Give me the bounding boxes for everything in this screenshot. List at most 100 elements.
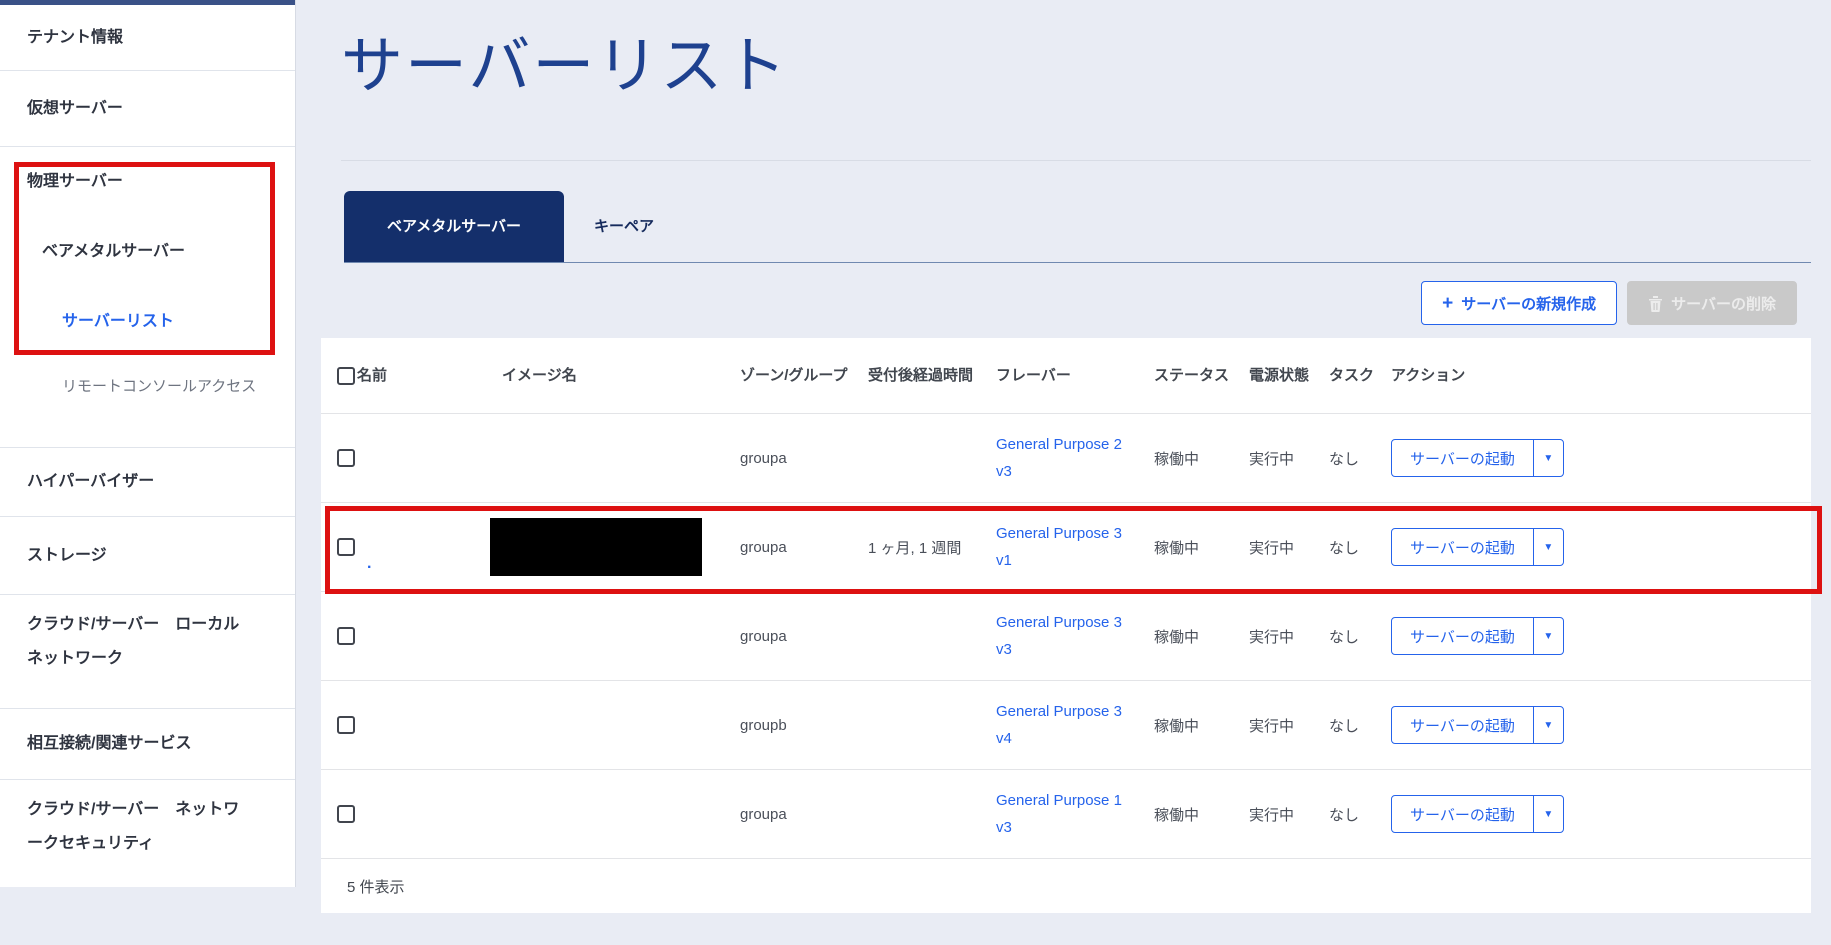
chevron-down-icon[interactable]: ▼ bbox=[1533, 707, 1563, 743]
create-server-button[interactable]: + サーバーの新規作成 bbox=[1421, 281, 1617, 325]
name-cell bbox=[357, 414, 502, 502]
sidebar-item-baremetal-server[interactable]: ベアメタルサーバー bbox=[0, 217, 295, 287]
status-cell: 稼働中 bbox=[1154, 715, 1249, 736]
sidebar-item-interconnect[interactable]: 相互接続/関連サービス bbox=[0, 709, 295, 779]
column-header-elapsed: 受付後経過時間 bbox=[868, 362, 996, 389]
flavor-link[interactable]: General Purpose 2 v3 bbox=[996, 431, 1128, 485]
table-row-highlighted: . groupa 1 ヶ月, 1 週間 General Purpose 3 v1… bbox=[321, 502, 1811, 591]
tab-bar: ベアメタルサーバー キーペア bbox=[344, 192, 1811, 263]
start-server-split-button: サーバーの起動 ▼ bbox=[1391, 617, 1564, 655]
chevron-down-icon[interactable]: ▼ bbox=[1533, 618, 1563, 654]
zone-cell: groupb bbox=[740, 717, 868, 734]
zone-cell: groupa bbox=[740, 539, 868, 556]
chevron-down-icon[interactable]: ▼ bbox=[1533, 440, 1563, 476]
sidebar-item-remote-console-access[interactable]: リモートコンソールアクセス bbox=[0, 357, 295, 447]
trash-icon bbox=[1648, 295, 1663, 312]
start-server-split-button: サーバーの起動 ▼ bbox=[1391, 528, 1564, 566]
sidebar-item-physical-server[interactable]: 物理サーバー bbox=[0, 147, 295, 217]
flavor-link[interactable]: General Purpose 3 v1 bbox=[996, 520, 1128, 574]
power-cell: 実行中 bbox=[1249, 804, 1329, 825]
table-row: groupb General Purpose 3 v4 稼働中 実行中 なし サ… bbox=[321, 680, 1811, 769]
column-header-task: タスク bbox=[1329, 362, 1391, 389]
task-cell: なし bbox=[1329, 448, 1391, 469]
select-all-checkbox[interactable] bbox=[337, 367, 355, 385]
header-checkbox-cell bbox=[337, 367, 357, 385]
create-server-label: サーバーの新規作成 bbox=[1461, 293, 1596, 314]
task-cell: なし bbox=[1329, 626, 1391, 647]
column-header-action: アクション bbox=[1391, 362, 1811, 389]
task-cell: なし bbox=[1329, 537, 1391, 558]
row-count-label: 5 件表示 bbox=[347, 876, 405, 897]
tab-keypair[interactable]: キーペア bbox=[564, 191, 684, 262]
flavor-link[interactable]: General Purpose 3 v4 bbox=[996, 698, 1128, 752]
sidebar-item-label: ストレージ bbox=[27, 539, 107, 573]
chevron-down-icon[interactable]: ▼ bbox=[1533, 796, 1563, 832]
power-cell: 実行中 bbox=[1249, 448, 1329, 469]
table-header-row: 名前 イメージ名 ゾーン/グループ 受付後経過時間 フレーバー ステータス 電源… bbox=[321, 338, 1811, 413]
row-checkbox[interactable] bbox=[337, 627, 355, 645]
sidebar-item-label: クラウド/サーバー ネットワークセキュリティ bbox=[27, 780, 242, 874]
sidebar-item-label: 物理サーバー bbox=[27, 165, 123, 199]
delete-server-button[interactable]: サーバーの削除 bbox=[1627, 281, 1797, 325]
row-checkbox[interactable] bbox=[337, 716, 355, 734]
zone-cell: groupa bbox=[740, 450, 868, 467]
start-server-button[interactable]: サーバーの起動 bbox=[1392, 440, 1533, 476]
sidebar-item-label: ハイパーバイザー bbox=[27, 465, 154, 499]
image-cell bbox=[502, 518, 740, 576]
status-cell: 稼働中 bbox=[1154, 626, 1249, 647]
sidebar-item-network-security[interactable]: クラウド/サーバー ネットワークセキュリティ bbox=[0, 780, 295, 894]
task-cell: なし bbox=[1329, 715, 1391, 736]
status-cell: 稼働中 bbox=[1154, 537, 1249, 558]
zone-cell: groupa bbox=[740, 628, 868, 645]
row-checkbox[interactable] bbox=[337, 538, 355, 556]
column-header-name: 名前 bbox=[357, 362, 502, 389]
chevron-down-icon[interactable]: ▼ bbox=[1533, 529, 1563, 565]
sidebar-item-server-list[interactable]: サーバーリスト bbox=[0, 287, 295, 357]
table-footer: 5 件表示 bbox=[321, 858, 1811, 913]
sidebar-item-label: サーバーリスト bbox=[62, 305, 174, 339]
column-header-status: ステータス bbox=[1154, 362, 1249, 389]
main-content: サーバーリスト ベアメタルサーバー キーペア + サーバーの新規作成 サーバーの… bbox=[297, 0, 1831, 945]
name-cell bbox=[357, 681, 502, 769]
start-server-button[interactable]: サーバーの起動 bbox=[1392, 707, 1533, 743]
server-name-link[interactable]: . bbox=[367, 559, 371, 569]
power-cell: 実行中 bbox=[1249, 537, 1329, 558]
sidebar-item-storage[interactable]: ストレージ bbox=[0, 517, 295, 594]
start-server-split-button: サーバーの起動 ▼ bbox=[1391, 439, 1564, 477]
plus-icon: + bbox=[1442, 294, 1453, 313]
power-cell: 実行中 bbox=[1249, 626, 1329, 647]
sidebar-item-tenant-info[interactable]: テナント情報 bbox=[0, 5, 295, 70]
power-cell: 実行中 bbox=[1249, 715, 1329, 736]
sidebar-item-label: テナント情報 bbox=[27, 21, 123, 55]
name-cell bbox=[357, 592, 502, 680]
start-server-split-button: サーバーの起動 ▼ bbox=[1391, 795, 1564, 833]
sidebar: テナント情報 仮想サーバー 物理サーバー ベアメタルサーバー サーバーリスト リ… bbox=[0, 0, 296, 887]
tab-baremetal-server[interactable]: ベアメタルサーバー bbox=[344, 191, 564, 262]
start-server-button[interactable]: サーバーの起動 bbox=[1392, 529, 1533, 565]
column-header-flavor: フレーバー bbox=[996, 362, 1154, 389]
sidebar-item-label: クラウド/サーバー ローカルネットワーク bbox=[27, 595, 242, 689]
status-cell: 稼働中 bbox=[1154, 448, 1249, 469]
zone-cell: groupa bbox=[740, 806, 868, 823]
sidebar-item-local-network[interactable]: クラウド/サーバー ローカルネットワーク bbox=[0, 595, 295, 708]
table-row: groupa General Purpose 3 v3 稼働中 実行中 なし サ… bbox=[321, 591, 1811, 680]
server-table: 名前 イメージ名 ゾーン/グループ 受付後経過時間 フレーバー ステータス 電源… bbox=[321, 338, 1811, 913]
start-server-split-button: サーバーの起動 ▼ bbox=[1391, 706, 1564, 744]
start-server-button[interactable]: サーバーの起動 bbox=[1392, 796, 1533, 832]
sidebar-item-label: 相互接続/関連サービス bbox=[27, 727, 191, 761]
sidebar-item-label: ベアメタルサーバー bbox=[42, 235, 185, 269]
column-header-power: 電源状態 bbox=[1249, 362, 1329, 389]
table-row: groupa General Purpose 2 v3 稼働中 実行中 なし サ… bbox=[321, 413, 1811, 502]
sidebar-item-hypervisor[interactable]: ハイパーバイザー bbox=[0, 448, 295, 516]
flavor-link[interactable]: General Purpose 3 v3 bbox=[996, 609, 1128, 663]
table-row: groupa General Purpose 1 v3 稼働中 実行中 なし サ… bbox=[321, 769, 1811, 858]
row-checkbox[interactable] bbox=[337, 805, 355, 823]
row-checkbox[interactable] bbox=[337, 449, 355, 467]
sidebar-item-virtual-server[interactable]: 仮想サーバー bbox=[0, 71, 295, 146]
delete-server-label: サーバーの削除 bbox=[1671, 293, 1776, 314]
sidebar-item-label: 仮想サーバー bbox=[27, 92, 123, 126]
page-title: サーバーリスト bbox=[341, 30, 1831, 104]
flavor-link[interactable]: General Purpose 1 v3 bbox=[996, 787, 1128, 841]
start-server-button[interactable]: サーバーの起動 bbox=[1392, 618, 1533, 654]
column-header-image: イメージ名 bbox=[502, 362, 740, 389]
